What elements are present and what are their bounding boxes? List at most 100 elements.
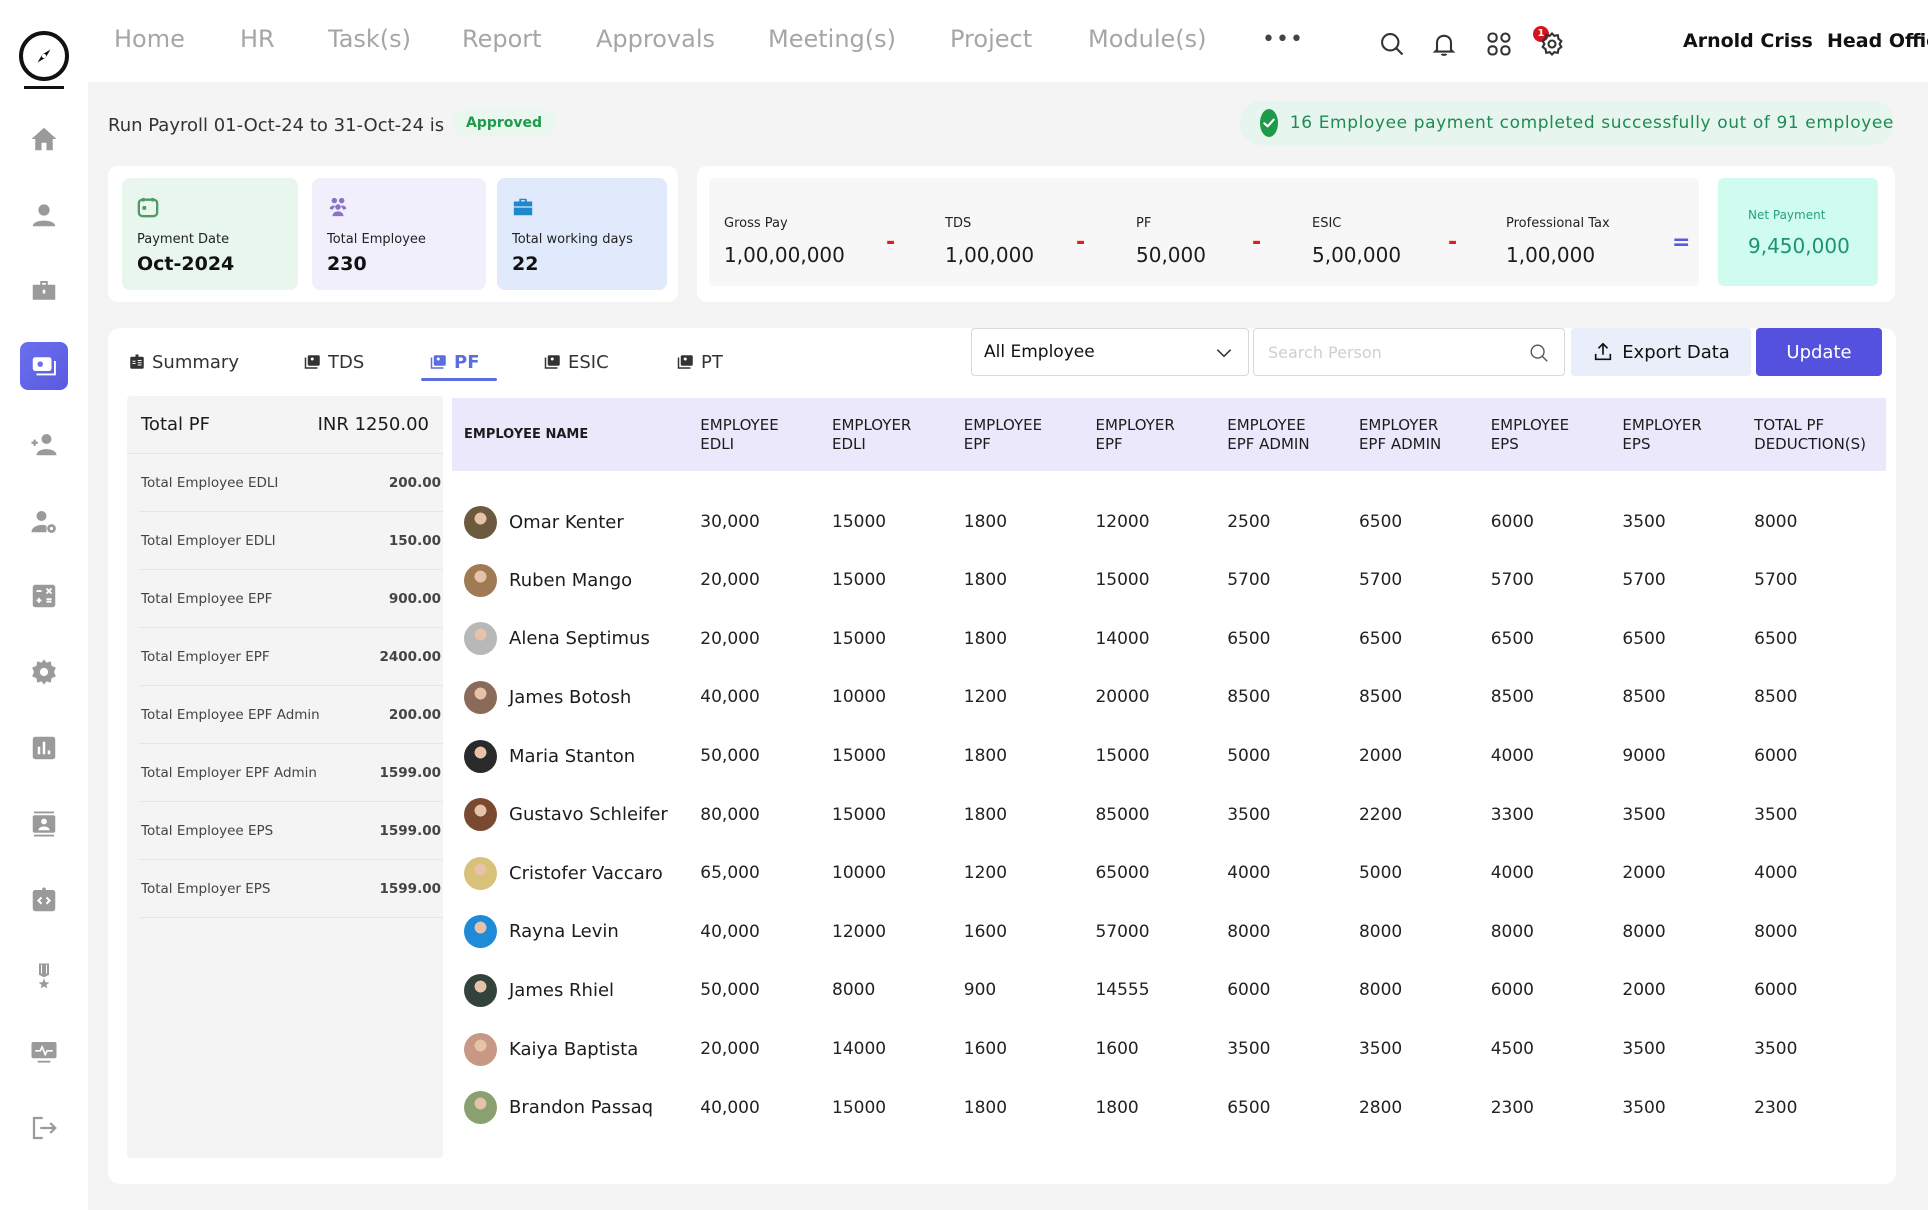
sidebar-contact-card-icon[interactable]	[20, 800, 68, 848]
id-badge-icon	[130, 354, 144, 369]
tds-value: 1,00,000	[945, 243, 1035, 267]
column-header[interactable]: EMPLOYER EDLI	[832, 398, 964, 471]
nav-hr[interactable]: HR	[240, 25, 275, 53]
sidebar-code-clipboard-icon[interactable]	[20, 876, 68, 924]
table-row[interactable]: Omar Kenter 30,000 15000 1800 12000 2500 6500 6…	[452, 471, 1886, 551]
user-name[interactable]: Arnold Criss	[1683, 30, 1813, 52]
table-cell: 900	[963, 980, 997, 1001]
nav-approvals[interactable]: Approvals	[596, 25, 715, 53]
apps-grid-icon[interactable]	[1485, 30, 1513, 58]
sidebar-home-icon[interactable]	[20, 115, 68, 163]
column-header[interactable]: EMPLOYEE EPF	[964, 398, 1096, 471]
employee-filter-dropdown[interactable]: All Employee	[971, 328, 1249, 376]
sidebar-add-user-icon[interactable]	[20, 420, 68, 468]
table-cell: 4000	[1490, 863, 1534, 884]
search-person-field[interactable]	[1253, 328, 1565, 376]
search-icon[interactable]	[1528, 342, 1550, 364]
employee-name[interactable]: Kaiya Baptista	[509, 1039, 638, 1060]
sidebar-logout-icon[interactable]	[20, 1104, 68, 1152]
tab-pt[interactable]: PT	[677, 344, 723, 380]
sidebar-calculator-icon[interactable]	[20, 572, 68, 620]
employee-name[interactable]: Maria Stanton	[509, 746, 635, 767]
pf-panel: Summary TDS PF ESIC PT All Employee Expo…	[108, 328, 1896, 1184]
table-row[interactable]: James Rhiel 50,000 8000 900 14555 6000 8000 600…	[452, 961, 1886, 1020]
employee-name[interactable]: Rayna Levin	[509, 921, 619, 942]
employee-name[interactable]: Cristofer Vaccaro	[509, 863, 663, 884]
tab-pf[interactable]: PF	[430, 344, 480, 380]
sidebar-monitor-pulse-icon[interactable]	[20, 1028, 68, 1076]
search-person-input[interactable]	[1268, 342, 1518, 362]
column-header[interactable]: TOTAL PF DEDUCTION(S)	[1754, 398, 1886, 471]
table-cell: 15000	[832, 804, 887, 825]
nav-home[interactable]: Home	[114, 25, 185, 53]
column-header[interactable]: EMPLOYEE EPS	[1491, 398, 1623, 471]
table-row[interactable]: Rayna Levin 40,000 12000 1600 57000 8000 8000 8…	[452, 903, 1886, 962]
table-cell: 12000	[832, 921, 887, 942]
sidebar-bar-chart-icon[interactable]	[20, 724, 68, 772]
table-row[interactable]: Alena Septimus 20,000 15000 1800 14000 6500 65…	[452, 610, 1886, 669]
employee-name[interactable]: Omar Kenter	[509, 512, 624, 533]
column-header[interactable]: EMPLOYEE NAME	[452, 398, 700, 471]
column-header[interactable]: EMPLOYER EPF ADMIN	[1359, 398, 1491, 471]
notification-bell-icon[interactable]	[1430, 30, 1458, 58]
office-name[interactable]: Head Office	[1827, 30, 1928, 52]
column-header[interactable]: EMPLOYEE EDLI	[700, 398, 832, 471]
column-header[interactable]: EMPLOYEE EPF ADMIN	[1227, 398, 1359, 471]
tab-summary-label: Summary	[152, 351, 239, 373]
settings-gear-icon[interactable]	[1538, 30, 1566, 58]
table-row[interactable]: Cristofer Vaccaro 65,000 10000 1200 65000 400…	[452, 844, 1886, 903]
nav-modules[interactable]: Module(s)	[1088, 25, 1207, 53]
sidebar-user-settings-icon[interactable]	[20, 497, 68, 545]
compass-logo-icon[interactable]	[19, 31, 69, 81]
professional-tax-item: Professional Tax 1,00,000	[1506, 216, 1610, 267]
column-header-text: EMPLOYEE	[963, 415, 1043, 434]
sidebar-medal-icon[interactable]	[20, 952, 68, 1000]
employee-name[interactable]: James Botosh	[509, 687, 631, 708]
table-row[interactable]: Maria Stanton 50,000 15000 1800 15000 5000 200…	[452, 727, 1886, 786]
table-cell: 8000	[1622, 921, 1666, 942]
tab-esic[interactable]: ESIC	[544, 344, 609, 380]
nav-project[interactable]: Project	[950, 25, 1032, 53]
table-cell: 3500	[1622, 804, 1666, 825]
nav-report[interactable]: Report	[462, 25, 542, 53]
column-header[interactable]: EMPLOYER EPS	[1622, 398, 1754, 471]
table-row[interactable]: Kaiya Baptista 20,000 14000 1600 1600 3500 350…	[452, 1020, 1886, 1079]
employee-name[interactable]: James Rhiel	[509, 980, 614, 1001]
table-cell: 6500	[1490, 628, 1534, 649]
minus-operator: -	[1076, 230, 1086, 255]
employee-name[interactable]: Gustavo Schleifer	[509, 804, 668, 825]
pf-label: PF	[1136, 216, 1152, 231]
table-cell: 6500	[1227, 628, 1271, 649]
nav-tasks[interactable]: Task(s)	[328, 25, 411, 53]
table-row[interactable]: Ruben Mango 20,000 15000 1800 15000 5700 5700 5…	[452, 551, 1886, 610]
table-row[interactable]: James Botosh 40,000 10000 1200 20000 8500 8500…	[452, 668, 1886, 727]
column-header[interactable]: EMPLOYER EPF	[1095, 398, 1227, 471]
employee-name[interactable]: Brandon Passaq	[509, 1097, 653, 1118]
employee-filter-value: All Employee	[984, 342, 1095, 362]
sidebar-settings-icon[interactable]	[20, 648, 68, 696]
table-row[interactable]: Brandon Passaq 40,000 15000 1800 1800 6500 280…	[452, 1078, 1886, 1137]
more-menu-icon[interactable]: •••	[1262, 27, 1304, 52]
employee-name-cell: Maria Stanton	[452, 727, 700, 786]
table-cell: 6500	[1358, 628, 1403, 649]
table-cell: 1800	[963, 570, 1008, 591]
table-cell: 80,000	[700, 804, 760, 825]
payroll-info-cards: Payment Date Oct-2024 Total Employee 230…	[108, 166, 678, 302]
employee-name[interactable]: Alena Septimus	[509, 628, 650, 649]
table-row[interactable]: Gustavo Schleifer 80,000 15000 1800 85000 350…	[452, 785, 1886, 844]
gross-pay-item: Gross Pay 1,00,00,000	[724, 216, 845, 267]
tab-tds[interactable]: TDS	[304, 344, 364, 380]
update-button[interactable]: Update	[1756, 328, 1882, 376]
nav-meetings[interactable]: Meeting(s)	[768, 25, 896, 53]
export-data-button[interactable]: Export Data	[1571, 328, 1751, 376]
sidebar-user-icon[interactable]	[20, 191, 68, 239]
search-icon[interactable]	[1378, 30, 1406, 58]
employee-name[interactable]: Ruben Mango	[509, 570, 632, 591]
sidebar-payroll-icon[interactable]	[20, 342, 68, 390]
table-cell: 2800	[1358, 1097, 1403, 1118]
table-cell: 5700	[1227, 570, 1271, 591]
sidebar-briefcase-icon[interactable]	[20, 267, 68, 315]
column-header-text: EMPLOYER	[1358, 415, 1439, 434]
tab-summary[interactable]: Summary	[128, 344, 239, 380]
logo-underline	[24, 86, 64, 89]
